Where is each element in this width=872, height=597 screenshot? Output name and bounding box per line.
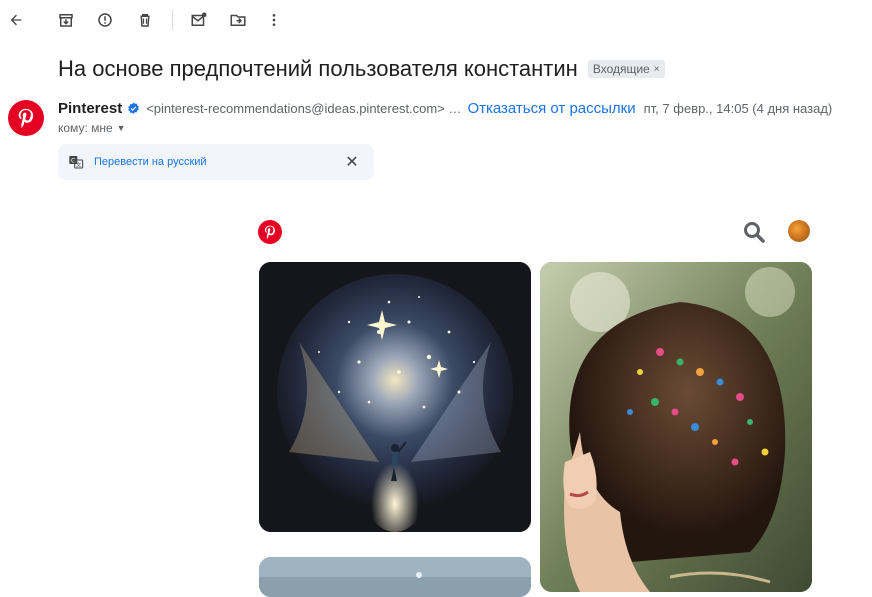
- pin-image-cosmic[interactable]: [259, 262, 531, 532]
- recipients-row[interactable]: кому: мне ▼: [58, 121, 126, 135]
- back-icon[interactable]: [4, 8, 28, 32]
- pin-image-partial[interactable]: [259, 557, 531, 597]
- sender-email: <pinterest-recommendations@ideas.pintere…: [146, 101, 462, 116]
- toolbar-divider: [172, 10, 173, 30]
- svg-text:G: G: [71, 158, 76, 165]
- chevron-down-icon[interactable]: ▼: [117, 123, 126, 133]
- mark-unread-icon[interactable]: [187, 8, 211, 32]
- subject-row: На основе предпочтений пользователя конс…: [58, 56, 665, 82]
- pinterest-logo-icon: [18, 108, 34, 129]
- toolbar: [0, 0, 872, 40]
- verified-badge-icon: [127, 102, 140, 115]
- remove-label-icon[interactable]: ×: [654, 64, 660, 75]
- recipients-text: кому: мне: [58, 121, 113, 135]
- inbox-label-chip[interactable]: Входящие ×: [587, 60, 665, 78]
- translate-icon: G文: [68, 154, 84, 170]
- pin-image-portrait[interactable]: [540, 262, 812, 592]
- translate-bar: G文 Перевести на русский ✕: [58, 144, 374, 180]
- sender-row: Pinterest <pinterest-recommendations@ide…: [58, 100, 872, 117]
- email-body: [252, 212, 822, 597]
- report-spam-icon[interactable]: [93, 8, 117, 32]
- move-to-icon[interactable]: [226, 8, 250, 32]
- sender-name[interactable]: Pinterest: [58, 100, 122, 117]
- search-icon[interactable]: [742, 220, 768, 246]
- email-date: пт, 7 февр., 14:05 (4 дня назад): [643, 101, 833, 116]
- pinterest-logo-icon[interactable]: [258, 220, 282, 244]
- translate-link[interactable]: Перевести на русский: [94, 156, 207, 168]
- archive-icon[interactable]: [54, 8, 78, 32]
- user-avatar[interactable]: [788, 220, 810, 242]
- unsubscribe-link[interactable]: Отказаться от рассылки: [467, 100, 635, 117]
- delete-icon[interactable]: [133, 8, 157, 32]
- email-subject: На основе предпочтений пользователя конс…: [58, 56, 578, 81]
- close-icon[interactable]: ✕: [342, 152, 362, 172]
- more-icon[interactable]: [262, 8, 286, 32]
- inbox-label-text: Входящие: [592, 62, 650, 76]
- sender-avatar[interactable]: [8, 100, 44, 136]
